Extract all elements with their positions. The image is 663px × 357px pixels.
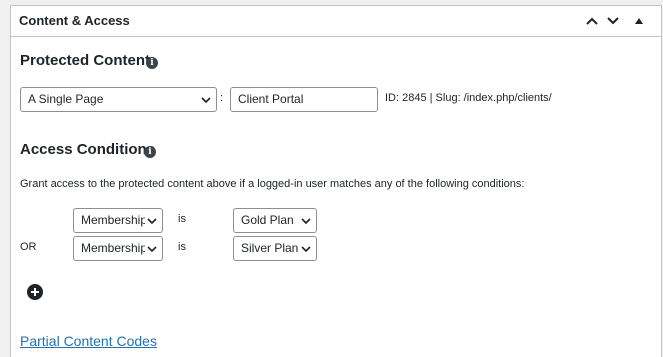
- triangle-up-icon: [635, 18, 643, 24]
- protected-content-heading: Protected Content: [20, 52, 151, 69]
- partial-content-codes-link[interactable]: Partial Content Codes: [20, 333, 157, 349]
- chevron-down-icon: [607, 17, 619, 25]
- content-type-select[interactable]: A Single Page: [20, 87, 217, 112]
- info-icon: i: [144, 146, 156, 158]
- condition-value-select[interactable]: Silver Plan: [233, 236, 317, 261]
- collapse-toggle-button[interactable]: [628, 10, 650, 32]
- condition-connector: OR: [20, 241, 37, 253]
- condition-field-value: Membership: [81, 213, 148, 227]
- page-name-value: Client Portal: [238, 92, 304, 106]
- chevron-down-icon: [145, 237, 157, 260]
- info-icon: i: [146, 57, 158, 69]
- condition-operator: is: [178, 213, 186, 225]
- condition-field-select[interactable]: Membership: [73, 208, 163, 233]
- chevron-down-icon: [199, 88, 211, 111]
- panel-title: Content & Access: [19, 13, 130, 28]
- content-access-panel: Content & Access Protected Content i A S…: [10, 5, 662, 357]
- add-condition-button[interactable]: [27, 284, 43, 300]
- panel-header: Content & Access: [11, 6, 661, 37]
- chevron-down-icon: [299, 209, 311, 232]
- content-type-value: A Single Page: [28, 92, 104, 106]
- separator-colon: :: [220, 92, 224, 104]
- condition-field-value: Membership: [81, 241, 148, 255]
- move-up-button[interactable]: [581, 10, 603, 32]
- condition-field-select[interactable]: Membership: [73, 236, 163, 261]
- access-conditions-heading: Access Conditions: [20, 141, 156, 158]
- page-meta: ID: 2845 | Slug: /index.php/clients/: [385, 92, 552, 104]
- condition-value-text: Gold Plan: [241, 213, 294, 227]
- condition-value-text: Silver Plan: [241, 241, 299, 255]
- chevron-up-icon: [586, 17, 598, 25]
- condition-operator: is: [178, 241, 186, 253]
- page-search-input[interactable]: Client Portal: [230, 87, 378, 112]
- condition-value-select[interactable]: Gold Plan: [233, 208, 317, 233]
- chevron-down-icon: [299, 237, 311, 260]
- chevron-down-icon: [145, 209, 157, 232]
- plus-icon: [31, 288, 39, 296]
- move-down-button[interactable]: [602, 10, 624, 32]
- conditions-description: Grant access to the protected content ab…: [20, 178, 525, 190]
